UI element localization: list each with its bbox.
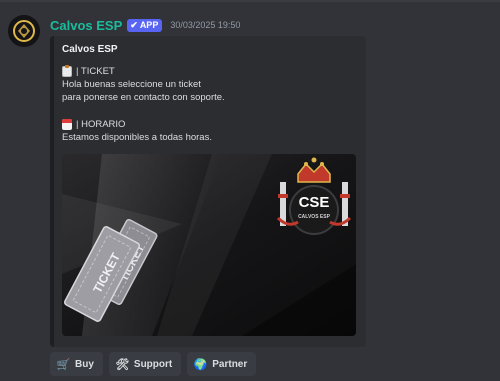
embed-title: Calvos ESP xyxy=(62,44,118,55)
verified-check-icon: ✔ xyxy=(130,19,138,30)
text-line: para ponerse en contacto con soporte. xyxy=(62,92,225,103)
app-badge: ✔ APP xyxy=(127,18,163,32)
buy-button[interactable]: 🛒 Buy xyxy=(50,352,103,376)
globe-icon: 🌍 xyxy=(193,358,208,371)
bot-avatar-icon xyxy=(8,15,40,47)
text-line: Estamos disponibles a todas horas. xyxy=(62,132,212,143)
partner-button[interactable]: 🌍 Partner xyxy=(187,352,257,376)
cart-icon: 🛒 xyxy=(56,358,71,371)
ticket-heading: | TICKET xyxy=(76,66,115,77)
message-header: Calvos ESP ✔ APP 30/03/2025 19:50 xyxy=(50,16,240,34)
crest-initials: CSE xyxy=(299,194,330,211)
action-buttons: 🛒 Buy 🛠 Support 🌍 Partner xyxy=(50,352,257,376)
support-button[interactable]: 🛠 Support xyxy=(108,352,182,376)
app-badge-label: APP xyxy=(139,20,159,30)
horario-heading: | HORARIO xyxy=(76,119,126,130)
timestamp: 30/03/2025 19:50 xyxy=(170,20,241,30)
embed: Calvos ESP | TICKET Hola buenas seleccio… xyxy=(50,36,366,347)
section-heading-ticket: | TICKET xyxy=(62,65,225,78)
embed-banner-image[interactable]: TICKET TICKET CSE CALVOS ESP xyxy=(62,154,356,336)
top-divider xyxy=(0,0,500,2)
banner-graphic: TICKET TICKET CSE CALVOS ESP xyxy=(62,154,356,336)
section-heading-horario: | HORARIO xyxy=(62,118,225,131)
clipboard-icon xyxy=(62,65,72,77)
crest-subtext: CALVOS ESP xyxy=(298,214,331,220)
buy-button-label: Buy xyxy=(75,358,94,370)
embed-description: | TICKET Hola buenas seleccione un ticke… xyxy=(62,65,225,144)
partner-button-label: Partner xyxy=(212,358,248,370)
support-button-label: Support xyxy=(133,358,173,370)
calendar-icon xyxy=(62,119,72,130)
username[interactable]: Calvos ESP xyxy=(50,18,122,33)
text-line: Hola buenas seleccione un ticket xyxy=(62,79,201,90)
avatar[interactable] xyxy=(8,15,40,47)
tools-icon: 🛠 xyxy=(115,358,130,371)
